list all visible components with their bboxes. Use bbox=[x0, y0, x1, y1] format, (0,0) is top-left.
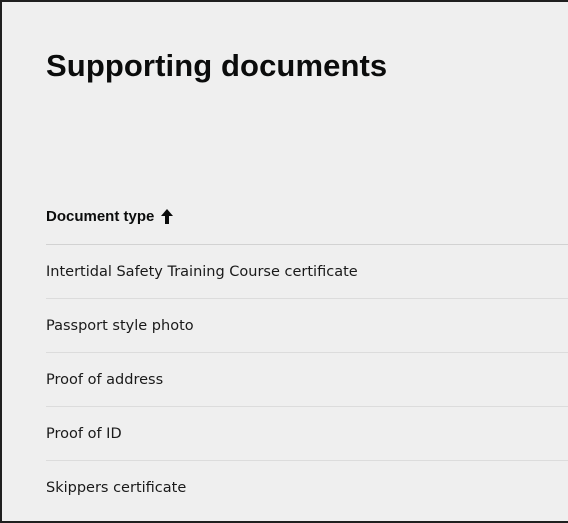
column-header-label: Document type bbox=[46, 207, 155, 225]
table-header-row: Document type bbox=[46, 182, 568, 245]
document-type-cell: Skippers certificate bbox=[46, 479, 187, 496]
table-row: Skippers certificate bbox=[46, 461, 568, 514]
document-type-cell: Proof of address bbox=[46, 371, 164, 388]
table-row: Passport style photo bbox=[46, 299, 568, 353]
page-title: Supporting documents bbox=[46, 48, 388, 83]
document-type-cell: Proof of ID bbox=[46, 425, 122, 442]
document-type-cell: Intertidal Safety Training Course certif… bbox=[46, 263, 358, 280]
table-row: Proof of ID bbox=[46, 407, 568, 461]
document-type-sort-header[interactable]: Document type bbox=[46, 207, 174, 225]
supporting-documents-panel: Supporting documents Document type Inter… bbox=[0, 0, 568, 523]
table-row: Proof of address bbox=[46, 353, 568, 407]
document-type-cell: Passport style photo bbox=[46, 317, 194, 334]
table-row: Intertidal Safety Training Course certif… bbox=[46, 245, 568, 299]
arrow-up-icon bbox=[161, 208, 174, 224]
documents-table: Document type Intertidal Safety Training… bbox=[46, 182, 568, 514]
